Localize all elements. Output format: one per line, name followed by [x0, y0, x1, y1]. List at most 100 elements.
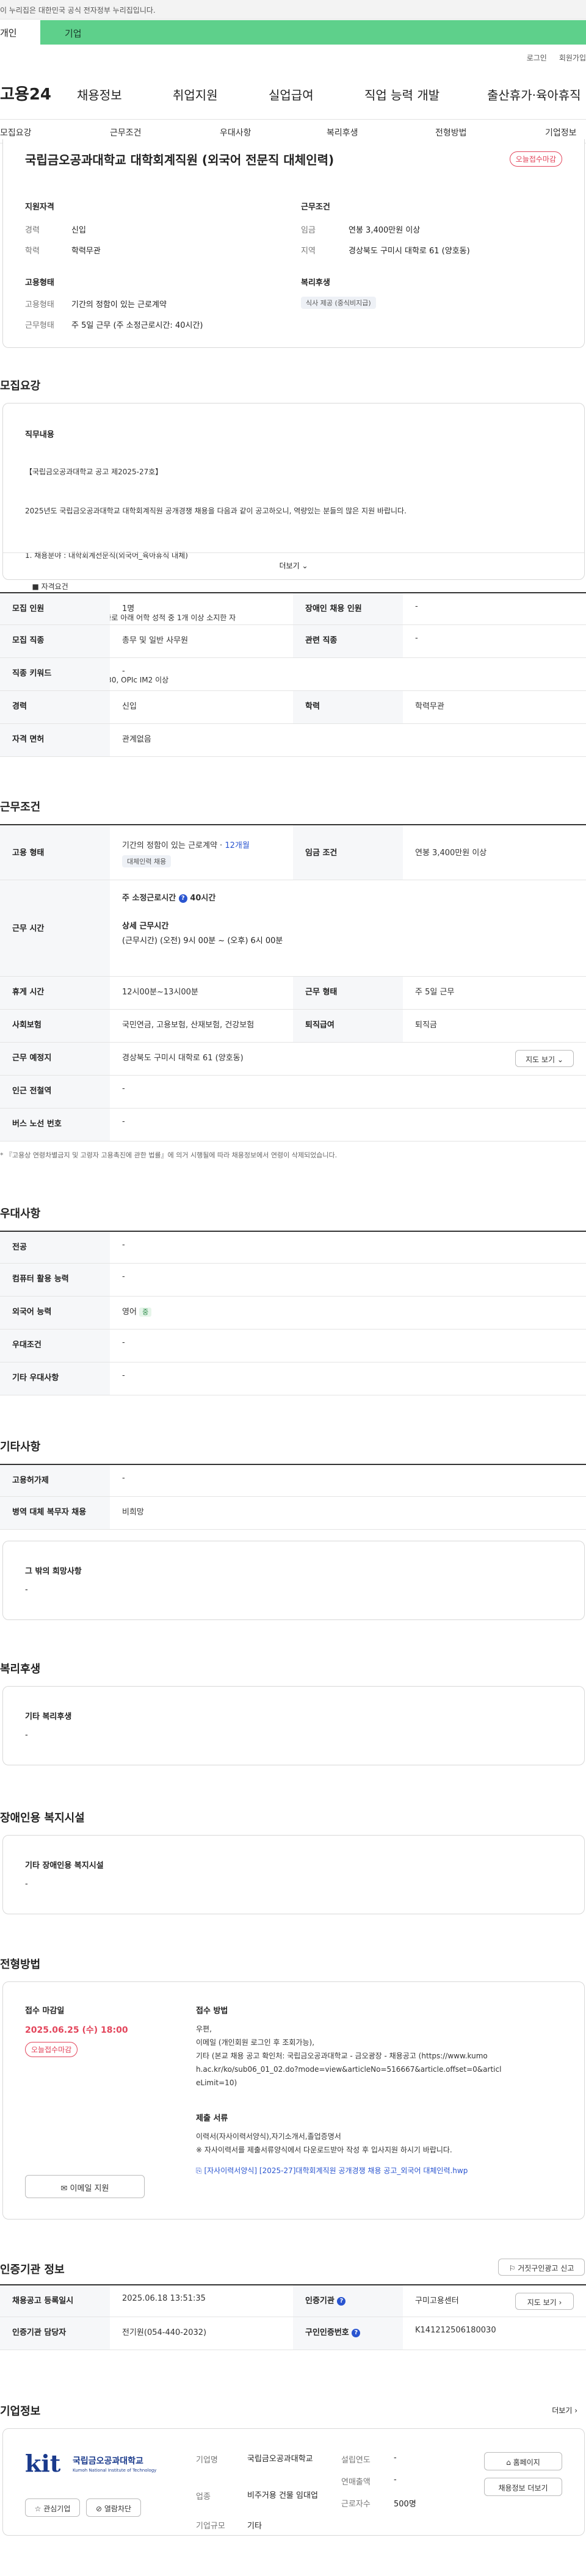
- job-desc-card: 직무내용 【국립금오공과대학교 공고 제2025-27호】 2025년도 국립금…: [2, 403, 585, 684]
- table-row: 병역 대체 복무자 채용 비희망: [0, 1497, 586, 1530]
- table-row: 컴퓨터 활용 능력 -: [0, 1264, 586, 1297]
- chevron-right-icon: ›: [574, 2406, 577, 2415]
- career-value: 신입: [71, 226, 86, 235]
- gov-banner-text: 이 누리집은 대한민국 공식 전자정부 누리집입니다.: [0, 6, 156, 15]
- table-row: 경력 신입 학력 학력무관: [0, 691, 586, 724]
- gnb-item-unemployment[interactable]: 실업급여: [269, 85, 314, 103]
- site-logo[interactable]: 고용24: [0, 82, 51, 104]
- question-icon[interactable]: ?: [337, 2296, 346, 2306]
- company-card: kit 국립금오공과대학교 Kumoh National Institute o…: [2, 2428, 585, 2536]
- section-nav-welfare[interactable]: 복리후생: [327, 126, 358, 139]
- gnb-item-jobs[interactable]: 채용정보: [77, 85, 122, 103]
- kit-logo-mark: kit: [25, 2450, 61, 2477]
- row-label: 모집 직종: [0, 625, 110, 657]
- table-row: 근무 시간 주 소정근로시간 ? 40시간 상세 근무시간 (근무시간) (오전…: [0, 880, 586, 977]
- block-company-button[interactable]: ⊘ 열람차단: [86, 2498, 141, 2517]
- gnb-item-training[interactable]: 직업 능력 개발: [364, 85, 440, 103]
- attachment-name: [자사이력서양식] [2025-27]대학회계직원 공개경쟁 채용 공고_외국어…: [204, 2166, 468, 2175]
- row-value: -: [415, 634, 418, 643]
- email-apply-button[interactable]: ✉ 이메일 지원: [25, 2175, 145, 2198]
- disabled-heading: 장애인용 복지시설: [0, 1812, 85, 1825]
- row-value: -: [122, 1371, 125, 1380]
- row-label: 우대조건: [0, 1330, 110, 1362]
- deadline-badge: 오늘접수마감: [509, 151, 562, 167]
- favorite-company-button[interactable]: ☆ 관심기업: [25, 2498, 80, 2517]
- row-value: -: [415, 602, 418, 611]
- table-row: 모집 직종 총무 및 일반 사무원 관련 직종 -: [0, 625, 586, 658]
- company-more-link[interactable]: 더보기 ›: [552, 2405, 577, 2415]
- row-value: 전기원(054-440-2032): [122, 2328, 207, 2337]
- row-value: -: [122, 1272, 125, 1281]
- gnb-item-employment-support[interactable]: 취업지원: [173, 85, 218, 103]
- row-label: 고용 형태: [0, 825, 110, 880]
- industry-label: 업종: [196, 2492, 211, 2502]
- row-label: 근무 형태: [293, 977, 403, 1009]
- report-icon: ⚐: [508, 2264, 516, 2273]
- section-nav-pref[interactable]: 우대사항: [220, 126, 251, 139]
- question-icon[interactable]: ?: [352, 2328, 361, 2337]
- row-label: 퇴직급여: [293, 1010, 403, 1042]
- replacement-chip: 대체인력 채용: [122, 855, 172, 867]
- more-button[interactable]: 더보기 ⌄: [3, 552, 584, 571]
- method-line: 기타 (본교 채용 공고 확인처: 국립금오공과대학교 - 금오광장 - 채용공…: [196, 2052, 488, 2060]
- row-label: 학력: [293, 691, 403, 723]
- row-label: 휴게 시간: [0, 977, 110, 1009]
- summary-card: 국립금오공과대학교 대학회계직원 (외국어 전문직 대체인력) 오늘접수마감 지…: [2, 139, 585, 348]
- login-link[interactable]: 로그인: [527, 54, 547, 62]
- table-row: 인근 전철역 -: [0, 1076, 586, 1109]
- method-line: h.ac.kr/ko/sub06_01_02.do?mode=view&arti…: [196, 2065, 502, 2074]
- row-value: K141212506180030: [415, 2326, 496, 2335]
- detail-hours-value: (근무시간) (오전) 9시 00분 ~ (오후) 6시 00분: [122, 936, 283, 946]
- map-button[interactable]: 지도 보기 ⌄: [515, 1050, 574, 1067]
- region-value: 경상북도 구미시 대학로 61 (양호동): [349, 247, 470, 256]
- section-nav-recruit[interactable]: 모집요강: [0, 126, 32, 139]
- report-fake-ad-button[interactable]: ⚐ 거짓구인광고 신고: [498, 2259, 585, 2276]
- row-value: 연봉 3,400만원 이상: [415, 848, 487, 858]
- employees-value: 500명: [394, 2500, 416, 2509]
- company-jobs-button[interactable]: 채용정보 더보기: [484, 2478, 562, 2496]
- gov-banner: 이 누리집은 대한민국 공식 전자정부 누리집입니다.: [0, 0, 586, 20]
- method-title: 접수 방법: [196, 2006, 228, 2016]
- founded-value: -: [394, 2453, 397, 2462]
- deadline-title: 접수 마감일: [25, 2006, 65, 2016]
- tab-company[interactable]: 기업: [65, 27, 82, 40]
- company-size-label: 기업규모: [196, 2522, 225, 2531]
- method-line: eLimit=10): [196, 2079, 237, 2087]
- work-shape-value: 주 5일 근무 (주 소정근로시간: 40시간): [71, 321, 203, 330]
- emp-months: 12개월: [225, 841, 250, 850]
- gnb-item-leave[interactable]: 출산휴가·육아휴직: [487, 85, 581, 103]
- question-icon[interactable]: ?: [178, 894, 187, 903]
- join-link[interactable]: 회원가입: [559, 54, 586, 62]
- row-value: -: [122, 1338, 125, 1347]
- attachment-link[interactable]: ⎘ [자사이력서양식] [2025-27]대학회계직원 공개경쟁 채용 공고_외…: [196, 2165, 468, 2176]
- row-label-text: 구인인증번호: [305, 2328, 349, 2337]
- homepage-label: 홈페이지: [513, 2458, 540, 2467]
- row-label: 인증기관 담당자: [0, 2317, 110, 2350]
- language-level-tag: 중: [139, 1308, 152, 1317]
- row-label: 기타 우대사항: [0, 1362, 110, 1395]
- row-label: 근무 시간: [0, 880, 110, 976]
- company-name-value: 국립금오공과대학교: [247, 2455, 313, 2464]
- section-nav-work[interactable]: 근무조건: [110, 126, 142, 139]
- homepage-button[interactable]: ⌂ 홈페이지: [484, 2452, 562, 2470]
- row-label: 관련 직종: [293, 625, 403, 657]
- row-value: 1명: [122, 604, 135, 613]
- star-icon: ☆: [34, 2505, 42, 2513]
- etc-heading: 기타사항: [0, 1441, 41, 1453]
- row-label: 경력: [0, 691, 110, 723]
- age-footnote: * 『고용상 연령차별금지 및 고령자 고용촉진에 관한 법률』에 의거 시행될…: [0, 1151, 338, 1159]
- section-nav-company[interactable]: 기업정보: [545, 126, 577, 139]
- cert-map-button[interactable]: 지도 보기 ›: [515, 2293, 574, 2310]
- welfare-box-title: 기타 복리후생: [25, 1712, 72, 1721]
- more-label: 더보기: [279, 562, 300, 570]
- table-row: 외국어 능력 영어 중: [0, 1297, 586, 1330]
- table-row: 전공 -: [0, 1231, 586, 1264]
- job-desc-line: ■ 자격요건: [25, 582, 68, 591]
- logo-name: 국립금오공과대학교: [73, 2456, 143, 2466]
- job-title: 국립금오공과대학교 대학회계직원 (외국어 전문직 대체인력): [25, 153, 335, 167]
- job-desc-line: 【국립금오공과대학교 공고 제2025-27호】: [25, 468, 163, 476]
- section-nav-process[interactable]: 전형방법: [435, 126, 467, 139]
- row-value: -: [122, 1084, 125, 1093]
- tab-personal[interactable]: 개인: [0, 20, 40, 45]
- welfare-chip: 식사 제공 (중식비지급): [301, 297, 376, 309]
